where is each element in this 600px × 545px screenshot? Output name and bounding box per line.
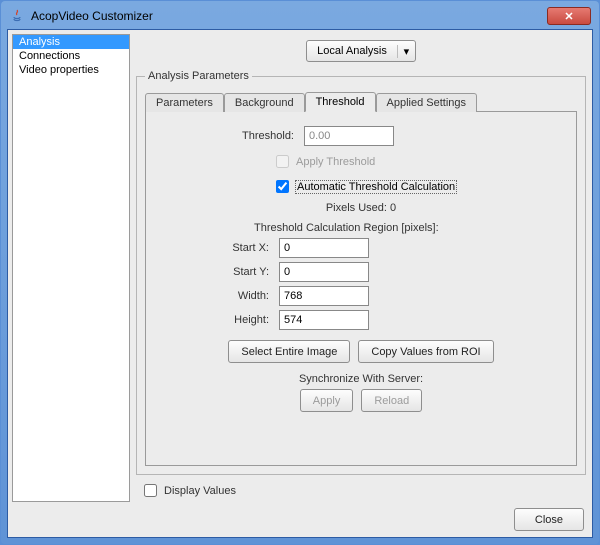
region-buttons-row: Select Entire Image Copy Values from ROI — [154, 340, 568, 363]
tab-applied-settings[interactable]: Applied Settings — [376, 93, 478, 112]
apply-threshold-row: Apply Threshold — [272, 152, 568, 171]
sync-title: Synchronize With Server: — [154, 373, 568, 385]
display-values-row: Display Values — [134, 477, 588, 502]
sidebar-item-label: Video properties — [19, 64, 99, 76]
display-values-label: Display Values — [164, 485, 236, 497]
apply-threshold-label: Apply Threshold — [296, 156, 375, 168]
sidebar-item-label: Analysis — [19, 36, 60, 48]
width-label: Width: — [154, 290, 279, 302]
apply-button[interactable]: Apply — [300, 389, 354, 412]
footer: Close — [12, 502, 588, 533]
java-icon — [9, 8, 25, 24]
region-title: Threshold Calculation Region [pixels]: — [254, 222, 568, 234]
tab-background[interactable]: Background — [224, 93, 305, 112]
sidebar: Analysis Connections Video properties — [12, 34, 130, 502]
start-x-label: Start X: — [154, 242, 279, 254]
analysis-parameters-legend: Analysis Parameters — [145, 70, 252, 82]
auto-threshold-checkbox[interactable] — [276, 180, 289, 193]
close-icon: ✕ — [564, 10, 573, 23]
window-frame: AcopVideo Customizer ✕ Analysis Connecti… — [1, 1, 599, 544]
tab-label: Parameters — [156, 97, 213, 109]
start-y-input[interactable] — [279, 262, 369, 282]
sidebar-item-analysis[interactable]: Analysis — [13, 35, 129, 49]
tabs-strip: Parameters Background Threshold Applied … — [145, 90, 577, 112]
client-area: Analysis Connections Video properties Lo… — [7, 29, 593, 538]
sidebar-item-video-properties[interactable]: Video properties — [13, 63, 129, 77]
tab-body-threshold: Threshold: Apply Threshold Automatic Thr… — [145, 112, 577, 466]
chevron-down-icon: ▾ — [397, 45, 415, 58]
select-entire-image-button[interactable]: Select Entire Image — [228, 340, 350, 363]
sidebar-item-connections[interactable]: Connections — [13, 49, 129, 63]
mode-row: Local Analysis ▾ — [134, 34, 588, 66]
analysis-mode-dropdown[interactable]: Local Analysis ▾ — [306, 40, 416, 62]
width-input[interactable] — [279, 286, 369, 306]
tab-label: Background — [235, 97, 294, 109]
display-values-checkbox[interactable] — [144, 484, 157, 497]
tab-threshold[interactable]: Threshold — [305, 92, 376, 112]
threshold-row: Threshold: — [154, 126, 568, 146]
sync-buttons-row: Apply Reload — [154, 389, 568, 412]
sidebar-item-label: Connections — [19, 50, 80, 62]
apply-threshold-checkbox[interactable] — [276, 155, 289, 168]
right-pane: Local Analysis ▾ Analysis Parameters Par… — [134, 34, 588, 502]
auto-threshold-row: Automatic Threshold Calculation — [272, 177, 568, 196]
dropdown-label: Local Analysis — [307, 45, 397, 57]
window-close-button[interactable]: ✕ — [547, 7, 591, 25]
reload-button[interactable]: Reload — [361, 389, 422, 412]
threshold-label: Threshold: — [154, 130, 304, 142]
tab-label: Applied Settings — [387, 97, 467, 109]
start-y-label: Start Y: — [154, 266, 279, 278]
start-x-input[interactable] — [279, 238, 369, 258]
auto-threshold-label: Automatic Threshold Calculation — [296, 181, 456, 193]
window-title: AcopVideo Customizer — [31, 9, 547, 23]
threshold-input[interactable] — [304, 126, 394, 146]
tab-label: Threshold — [316, 96, 365, 108]
analysis-parameters-group: Analysis Parameters Parameters Backgroun… — [136, 70, 586, 475]
close-button[interactable]: Close — [514, 508, 584, 531]
height-label: Height: — [154, 314, 279, 326]
height-input[interactable] — [279, 310, 369, 330]
region-grid: Start X: Start Y: Width: — [154, 238, 568, 330]
tab-parameters[interactable]: Parameters — [145, 93, 224, 112]
copy-values-from-roi-button[interactable]: Copy Values from ROI — [358, 340, 493, 363]
main-row: Analysis Connections Video properties Lo… — [12, 34, 588, 502]
pixels-used-label: Pixels Used: 0 — [154, 202, 568, 214]
titlebar: AcopVideo Customizer ✕ — [7, 7, 593, 29]
